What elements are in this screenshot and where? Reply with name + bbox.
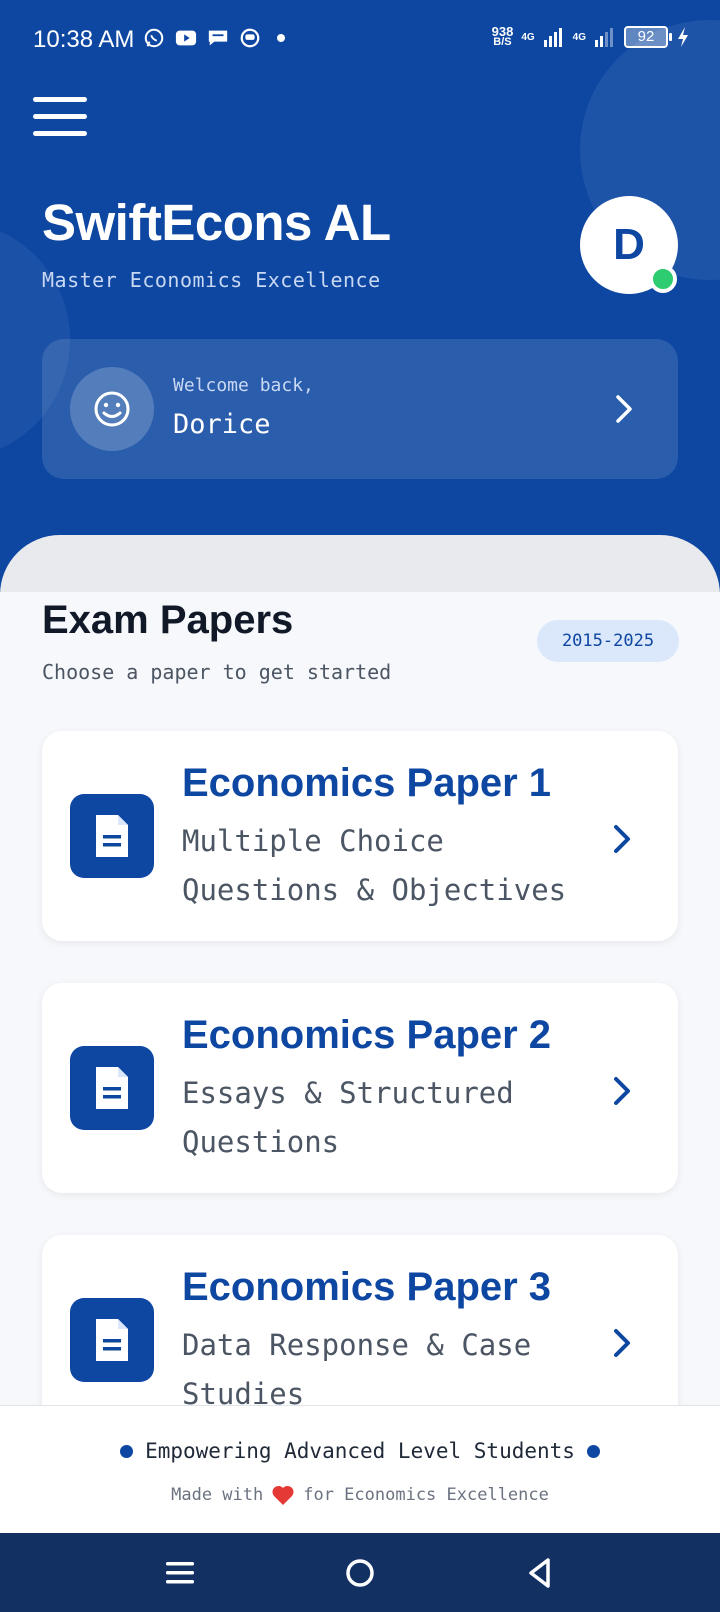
app-notification-icon (240, 28, 260, 48)
network-type-1: 4G (521, 31, 535, 43)
paper-card-2[interactable]: Economics Paper 2 Essays & Structured Qu… (42, 983, 678, 1193)
paper-description: Essays & Structured Questions (182, 1076, 514, 1159)
system-nav-bar (0, 1533, 720, 1612)
app-title: SwiftEcons AL (42, 194, 391, 251)
youtube-icon (175, 30, 197, 46)
chevron-right-icon (616, 395, 632, 423)
welcome-card[interactable]: Welcome back, Dorice (42, 339, 678, 479)
chevron-right-icon (614, 825, 630, 853)
hamburger-menu-icon[interactable] (33, 97, 87, 137)
app-subtitle: Master Economics Excellence (42, 268, 381, 292)
smiley-face-icon (70, 367, 154, 451)
footer-credit-prefix: Made with (171, 1485, 264, 1505)
chevron-right-icon (614, 1077, 630, 1105)
footer-credit-row: Made with for Economics Excellence (0, 1484, 720, 1506)
chevron-right-icon (614, 1329, 630, 1357)
document-icon (70, 1046, 154, 1130)
bullet-dot-icon (120, 1444, 134, 1458)
paper-description: Multiple Choice Questions & Objectives (182, 824, 567, 907)
status-indicators: 938 B/S 4G 4G 92 (491, 24, 690, 48)
message-icon (208, 30, 228, 46)
signal-strength-icon (543, 28, 562, 47)
paper-card-1[interactable]: Economics Paper 1 Multiple Choice Questi… (42, 731, 678, 941)
footer-credit-suffix: for Economics Excellence (303, 1485, 549, 1505)
battery-indicator: 92 (624, 26, 672, 48)
paper-title: Economics Paper 1 (182, 761, 552, 805)
welcome-label: Welcome back, (173, 375, 314, 396)
section-subtitle: Choose a paper to get started (42, 660, 392, 684)
recent-apps-icon[interactable] (162, 1555, 198, 1591)
section-title: Exam Papers (42, 598, 294, 642)
network-speed: 938 B/S (491, 24, 514, 48)
year-range-badge: 2015-2025 (537, 620, 679, 662)
online-status-dot (649, 265, 677, 293)
footer-tagline-row: Empowering Advanced Level Students (0, 1439, 720, 1463)
app-header: 10:38 AM 938 B/S 4G 4G 92 SwiftEcons AL … (0, 0, 720, 600)
heart-icon (272, 1485, 294, 1505)
charging-icon (678, 27, 688, 47)
bullet-dot-icon (586, 1444, 600, 1458)
document-icon (70, 1298, 154, 1382)
home-icon[interactable] (342, 1555, 378, 1591)
user-name: Dorice (173, 409, 271, 440)
network-type-2: 4G (572, 31, 586, 43)
status-bar: 10:38 AM 938 B/S 4G 4G 92 (0, 0, 720, 80)
signal-strength-icon (595, 28, 613, 47)
more-notifications-icon (277, 34, 285, 42)
footer: Empowering Advanced Level Students Made … (0, 1405, 720, 1533)
whatsapp-icon (144, 28, 164, 48)
status-time: 10:38 AM (33, 26, 135, 53)
paper-title: Economics Paper 2 (182, 1013, 552, 1057)
document-icon (70, 794, 154, 878)
notification-icons (143, 27, 285, 49)
back-icon[interactable] (522, 1555, 558, 1591)
footer-tagline: Empowering Advanced Level Students (145, 1439, 575, 1463)
paper-title: Economics Paper 3 (182, 1265, 552, 1309)
